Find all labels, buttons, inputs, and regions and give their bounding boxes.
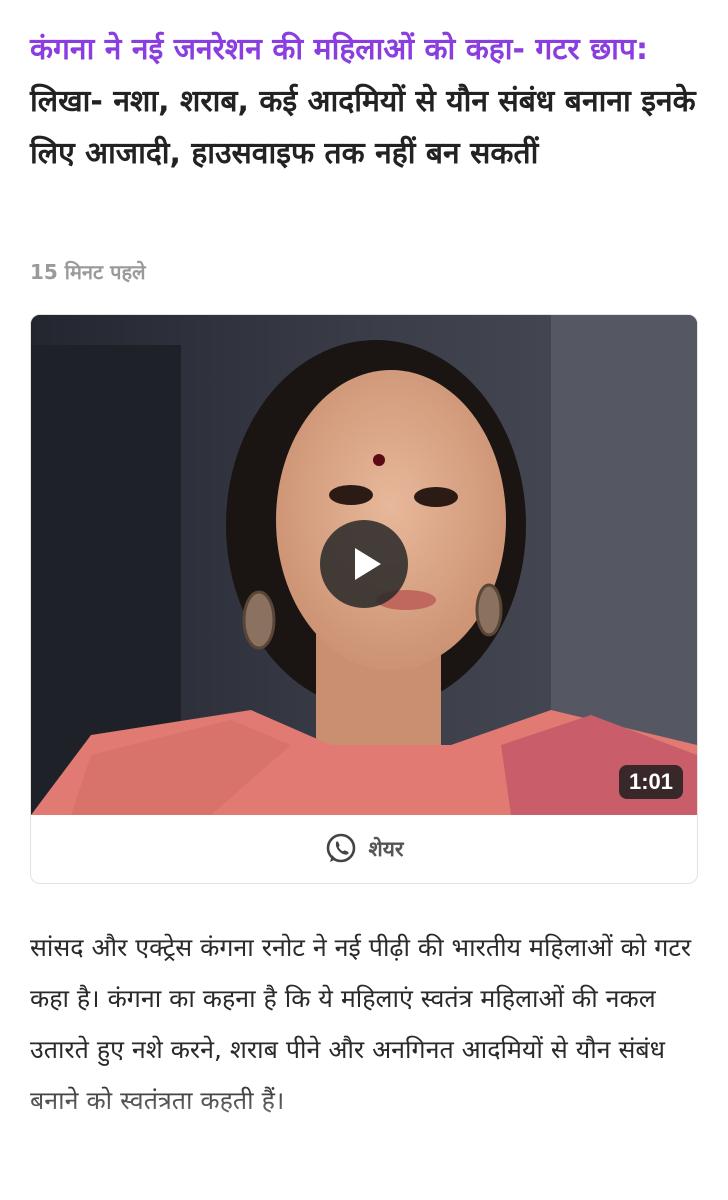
headline[interactable]: कंगना ने नई जनरेशन की महिलाओं को कहा- गट… <box>30 24 700 180</box>
whatsapp-icon <box>327 833 356 863</box>
timestamp: 15 मिनट पहले <box>30 260 146 284</box>
play-button[interactable] <box>320 520 408 608</box>
headline-lead[interactable]: कंगना ने नई जनरेशन की महिलाओं को कहा- गट… <box>30 32 648 67</box>
headline-rest[interactable]: लिखा- नशा, शराब, कई आदमियों से यौन संबंध… <box>30 84 696 171</box>
share-button[interactable]: शेयर <box>31 815 697 883</box>
play-icon <box>355 548 381 580</box>
share-label: शेयर <box>368 837 404 861</box>
video-duration: 1:01 <box>618 765 683 799</box>
video-thumbnail[interactable]: 1:01 <box>31 315 697 815</box>
article-body: सांसद और एक्ट्रेस कंगना रनोट ने नई पीढ़ी… <box>30 933 692 1115</box>
video-card[interactable]: 1:01 शेयर <box>30 314 698 884</box>
